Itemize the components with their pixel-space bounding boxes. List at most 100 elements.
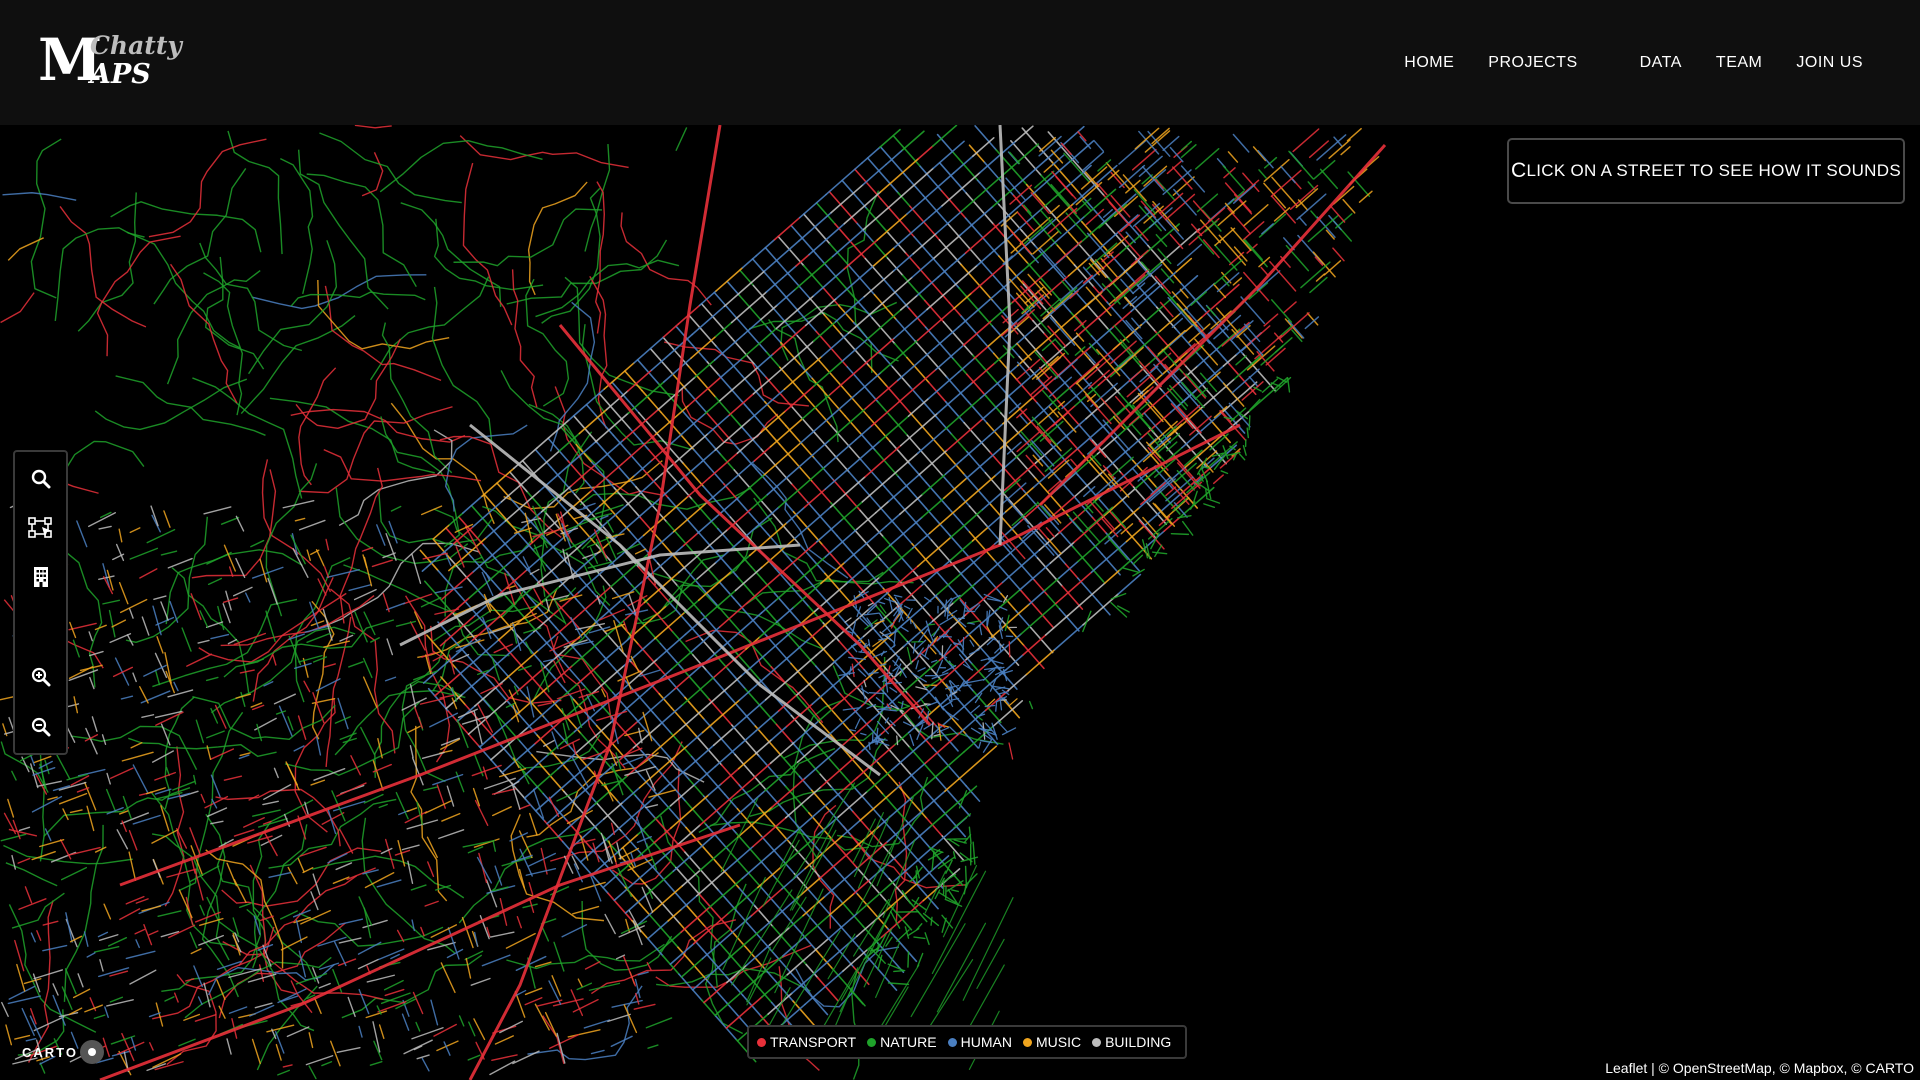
street-segment[interactable] [166, 868, 197, 878]
street-segment[interactable] [193, 965, 204, 988]
street-path[interactable] [564, 276, 680, 397]
street-segment[interactable] [907, 397, 930, 417]
street-segment[interactable] [924, 932, 930, 946]
street-segment[interactable] [1340, 146, 1351, 156]
street-segment[interactable] [648, 914, 679, 948]
street-segment[interactable] [1122, 567, 1139, 573]
street-segment[interactable] [409, 745, 414, 759]
street-segment[interactable] [624, 893, 648, 914]
street-segment[interactable] [570, 616, 582, 638]
street-segment[interactable] [348, 584, 372, 592]
street-segment[interactable] [262, 800, 279, 806]
street-segment[interactable] [967, 664, 986, 681]
street-segment[interactable] [994, 457, 1017, 477]
street-segment[interactable] [384, 676, 397, 682]
street-segment[interactable] [185, 978, 195, 982]
street-segment[interactable] [275, 1043, 282, 1061]
street-segment[interactable] [868, 416, 891, 443]
street-segment[interactable] [680, 906, 710, 934]
street-segment[interactable] [102, 599, 121, 605]
street-segment[interactable] [854, 787, 874, 810]
street-segment[interactable] [111, 619, 127, 628]
street-segment[interactable] [941, 917, 947, 933]
street-segment[interactable] [386, 638, 394, 656]
street-segment[interactable] [866, 157, 899, 194]
street-segment[interactable] [376, 879, 402, 888]
street-segment[interactable] [120, 812, 150, 825]
street-segment[interactable] [863, 612, 880, 616]
street-segment[interactable] [802, 895, 826, 917]
street-segment[interactable] [658, 931, 682, 953]
street-segment[interactable] [489, 1060, 516, 1076]
street-segment[interactable] [841, 338, 869, 363]
street-segment[interactable] [312, 873, 321, 896]
street-segment[interactable] [272, 654, 277, 666]
street-segment[interactable] [932, 625, 941, 638]
street-segment[interactable] [210, 633, 230, 640]
street-segment[interactable] [1131, 317, 1141, 329]
street-segment[interactable] [696, 561, 717, 580]
street-segment[interactable] [1008, 698, 1018, 707]
street-path[interactable] [595, 181, 605, 334]
street-path[interactable] [453, 208, 603, 267]
street-segment[interactable] [494, 1035, 514, 1045]
street-segment[interactable] [1044, 614, 1069, 636]
street-segment[interactable] [468, 1021, 476, 1037]
street-segment[interactable] [1192, 200, 1212, 222]
carto-logo[interactable]: CARTO [22, 1040, 104, 1064]
street-segment[interactable] [363, 611, 376, 636]
street-segment[interactable] [407, 725, 421, 734]
street-path[interactable] [535, 259, 680, 318]
street-segment[interactable] [148, 930, 159, 936]
street-segment[interactable] [599, 608, 626, 621]
street-segment[interactable] [900, 556, 914, 572]
street-segment[interactable] [931, 850, 935, 871]
street-segment[interactable] [701, 932, 733, 960]
street-segment[interactable] [32, 767, 56, 776]
street-segment[interactable] [1298, 216, 1307, 226]
street-segment[interactable] [189, 931, 198, 949]
street-segment[interactable] [1153, 175, 1176, 202]
street-segment[interactable] [220, 516, 240, 525]
street-segment[interactable] [667, 908, 682, 922]
street-segment[interactable] [481, 954, 511, 967]
street-segment[interactable] [152, 605, 162, 636]
street-segment[interactable] [861, 477, 890, 503]
street-segment[interactable] [700, 302, 733, 339]
street-segment[interactable] [1260, 266, 1269, 276]
street-segment[interactable] [473, 556, 483, 562]
street-segment[interactable] [190, 948, 202, 955]
street-segment[interactable] [949, 508, 984, 539]
street-segment[interactable] [280, 910, 298, 920]
street-segment[interactable] [422, 552, 448, 560]
street-segment[interactable] [824, 467, 850, 490]
street-segment[interactable] [1086, 232, 1110, 259]
street-segment[interactable] [33, 1016, 65, 1032]
street-segment[interactable] [313, 997, 322, 1015]
street-segment[interactable] [318, 982, 331, 989]
street-path[interactable] [334, 689, 466, 756]
street-segment[interactable] [1020, 430, 1043, 456]
street-segment[interactable] [899, 493, 923, 515]
street-segment[interactable] [694, 359, 716, 379]
street-segment[interactable] [5, 1024, 13, 1046]
street-segment[interactable] [505, 932, 536, 949]
street-segment[interactable] [529, 568, 540, 575]
street-segment[interactable] [1248, 415, 1251, 431]
street-segment[interactable] [282, 500, 315, 509]
street-segment[interactable] [365, 1010, 388, 1019]
street-segment[interactable] [888, 596, 894, 612]
street-segment[interactable] [799, 415, 833, 444]
street-segment[interactable] [396, 929, 405, 943]
street-segment[interactable] [639, 478, 657, 494]
street-segment[interactable] [1165, 218, 1184, 240]
street-segment[interactable] [524, 798, 546, 822]
street-segment[interactable] [582, 551, 601, 559]
street-segment[interactable] [886, 634, 896, 644]
street-segment[interactable] [157, 910, 182, 917]
street-segment[interactable] [93, 946, 120, 953]
street-segment[interactable] [432, 773, 464, 786]
street-segment[interactable] [556, 1032, 566, 1064]
street-segment[interactable] [474, 799, 489, 826]
street-segment[interactable] [115, 543, 125, 562]
